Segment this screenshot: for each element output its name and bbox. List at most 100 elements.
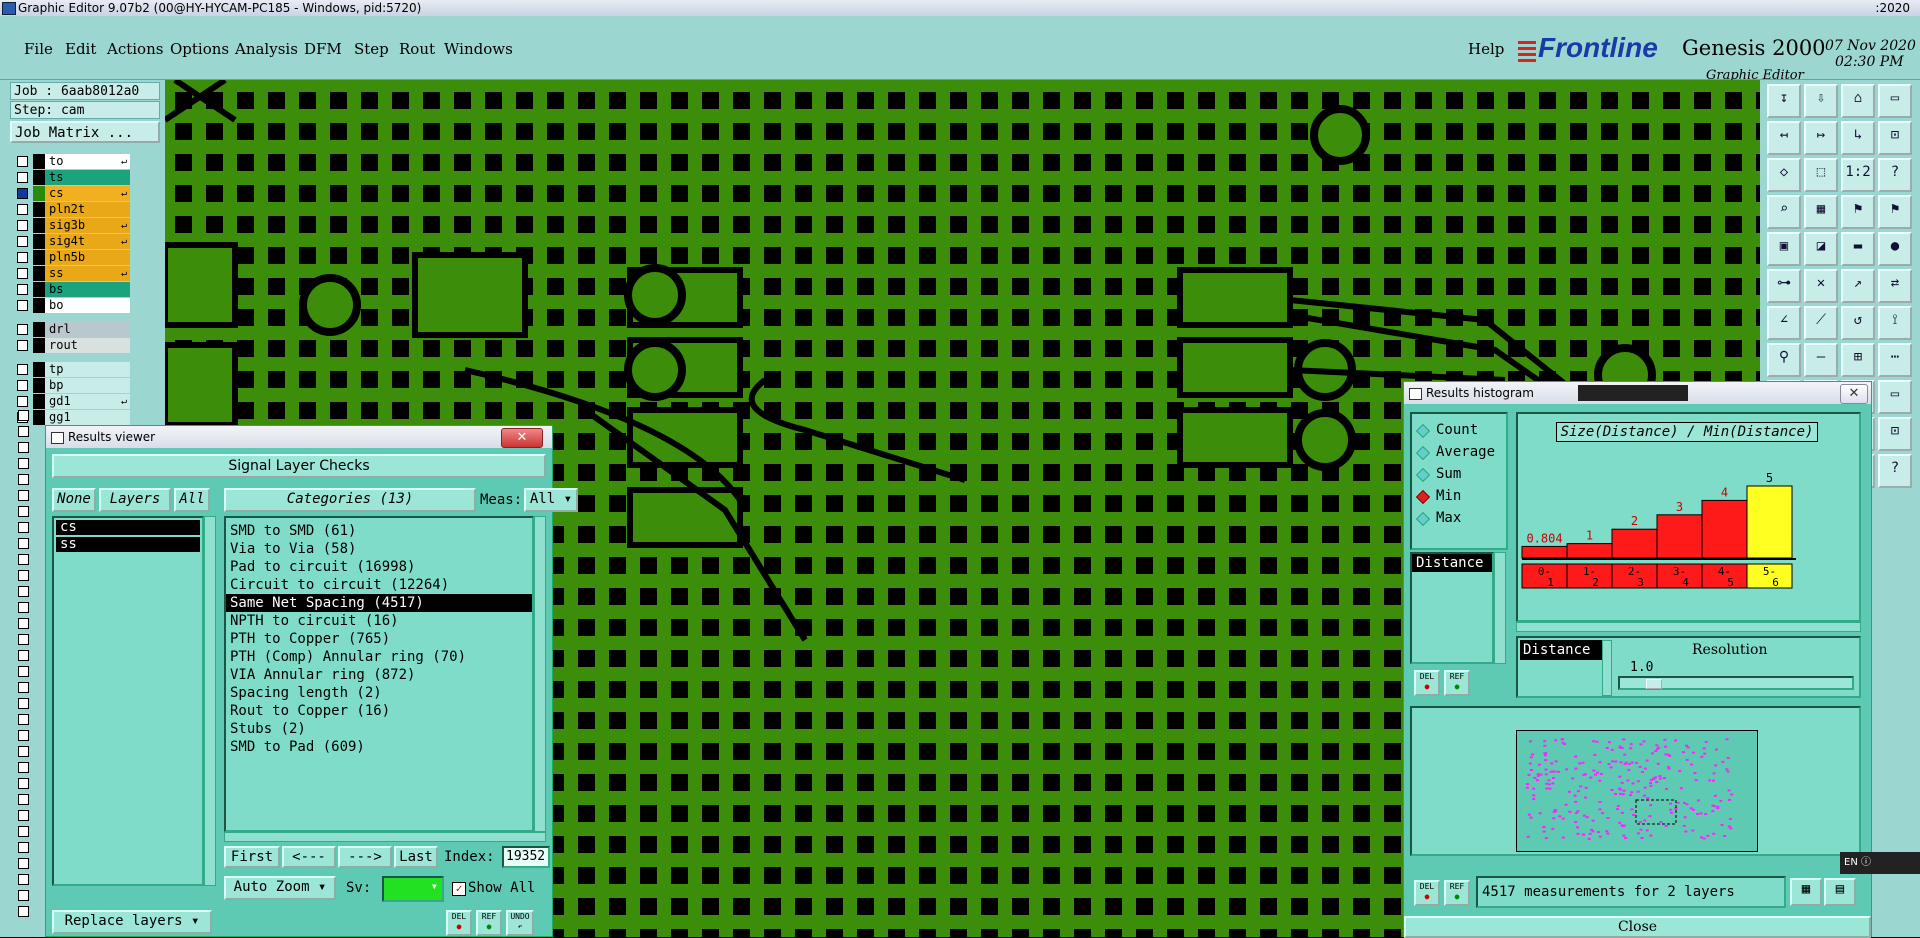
replace-layers-dropdown[interactable]: Replace layers ▾ — [52, 910, 212, 934]
toolbar-button[interactable]: ↧ — [1767, 84, 1801, 118]
category-hscrollbar[interactable] — [224, 832, 546, 842]
layer-checkbox[interactable] — [18, 426, 29, 437]
layer-row[interactable]: pln2t — [13, 202, 133, 217]
category-item[interactable]: VIA Annular ring (872) — [226, 666, 532, 684]
layer-checkbox[interactable] — [18, 730, 29, 741]
toolbar-button[interactable]: ▣ — [1767, 232, 1801, 266]
toolbar-button[interactable]: ⚑ — [1878, 195, 1912, 229]
toolbar-button[interactable]: ↺ — [1841, 306, 1875, 340]
undo-button[interactable]: UNDO ↶ — [506, 910, 534, 936]
status-del-button[interactable]: DEL ● — [1414, 880, 1440, 906]
histogram-bar[interactable] — [1611, 528, 1658, 559]
layer-checkbox[interactable] — [17, 188, 28, 199]
toolbar-button[interactable]: ⌂ — [1841, 84, 1875, 118]
layer-checkbox[interactable] — [18, 458, 29, 469]
layer-checkbox[interactable] — [18, 506, 29, 517]
toolbar-button[interactable]: ▦ — [1804, 195, 1838, 229]
layer-checkbox[interactable] — [18, 762, 29, 773]
layer-row[interactable]: cs ↵ — [13, 186, 133, 201]
layer-checkbox[interactable] — [18, 826, 29, 837]
histogram-bar[interactable] — [1701, 499, 1748, 559]
layer-checkbox[interactable] — [18, 442, 29, 453]
category-item[interactable]: PTH (Comp) Annular ring (70) — [226, 648, 532, 666]
category-list-scrollbar[interactable] — [534, 516, 546, 832]
close-button[interactable]: Close — [1404, 916, 1871, 938]
layer-results-list[interactable]: cs ss — [52, 516, 204, 886]
layer-checkbox[interactable] — [18, 746, 29, 757]
layer-row[interactable]: sig3b ↵ — [13, 218, 133, 233]
category-item[interactable]: Rout to Copper (16) — [226, 702, 532, 720]
layer-result-item[interactable]: cs — [56, 520, 200, 535]
layer-checkbox[interactable] — [18, 586, 29, 597]
toolbar-button[interactable]: ⇩ — [1804, 84, 1838, 118]
auto-zoom-dropdown[interactable]: Auto Zoom ▾ — [224, 876, 336, 900]
category-list[interactable]: SMD to SMD (61) Via to Via (58) Pad to cir… — [224, 516, 534, 832]
layer-checkbox[interactable] — [18, 842, 29, 853]
layer-checkbox[interactable] — [17, 300, 28, 311]
categories-button[interactable]: Categories (13) — [224, 488, 476, 512]
menu-analysis[interactable]: Analysis — [235, 40, 298, 58]
layer-checkbox[interactable] — [18, 650, 29, 661]
menu-actions[interactable]: Actions — [107, 40, 163, 58]
layer-row[interactable]: drl — [13, 322, 133, 337]
ref-button[interactable]: REF ● — [476, 910, 502, 936]
category-item[interactable]: SMD to SMD (61) — [226, 522, 532, 540]
category-item[interactable]: Via to Via (58) — [226, 540, 532, 558]
histogram-bar[interactable] — [1746, 485, 1793, 559]
hist-del-button[interactable]: DEL ● — [1414, 670, 1440, 696]
layer-name[interactable]: drl — [45, 322, 130, 337]
toolbar-button[interactable]: ↗ — [1841, 269, 1875, 303]
layer-name[interactable]: tp — [45, 362, 130, 377]
toolbar-button[interactable]: ⟋ — [1804, 306, 1838, 340]
show-all-checkbox[interactable]: ✓ — [452, 882, 466, 896]
layer-checkbox[interactable] — [18, 778, 29, 789]
layer-checkbox[interactable] — [18, 906, 29, 917]
layer-row[interactable]: to ↵ — [13, 154, 133, 169]
next-button[interactable]: ---> — [338, 846, 392, 868]
toolbar-button[interactable]: ⊶ — [1767, 269, 1801, 303]
category-item[interactable]: Same Net Spacing (4517) — [226, 594, 532, 612]
toolbar-button[interactable]: ∠ — [1767, 306, 1801, 340]
menu-edit[interactable]: Edit — [65, 40, 96, 58]
close-icon[interactable]: ✕ — [1840, 384, 1868, 404]
layer-checkbox[interactable] — [17, 252, 28, 263]
layer-name[interactable]: cs ↵ — [45, 186, 130, 201]
all-button[interactable]: All — [174, 488, 210, 512]
toolbar-button[interactable]: ▭ — [1878, 84, 1912, 118]
toolbar-button[interactable]: ↳ — [1841, 121, 1875, 155]
layer-checkbox[interactable] — [17, 396, 28, 407]
layer-checkbox[interactable] — [18, 858, 29, 869]
layer-row[interactable]: bs — [13, 282, 133, 297]
layer-checkbox[interactable] — [18, 554, 29, 565]
resolution-field-scrollbar[interactable] — [1602, 640, 1612, 696]
layer-checkbox[interactable] — [18, 890, 29, 901]
toolbar-button[interactable]: ● — [1878, 232, 1912, 266]
slider-handle[interactable] — [1646, 679, 1662, 689]
layer-checkbox[interactable] — [18, 570, 29, 581]
layer-result-item[interactable]: ss — [56, 537, 200, 552]
layer-row[interactable]: ts — [13, 170, 133, 185]
job-matrix-button[interactable]: Job Matrix ... — [10, 121, 160, 143]
layer-row[interactable]: sig4t ↵ — [13, 234, 133, 249]
toolbar-button[interactable]: ⟟ — [1878, 306, 1912, 340]
toolbar-button[interactable]: ⌕ — [1767, 195, 1801, 229]
toolbar-button[interactable]: ⇄ — [1878, 269, 1912, 303]
layer-checkbox[interactable] — [18, 602, 29, 613]
index-input[interactable]: 19352 — [502, 846, 550, 868]
histogram-bar[interactable] — [1521, 545, 1568, 559]
layer-name[interactable]: pln5b — [45, 250, 130, 265]
field-item-distance[interactable]: Distance — [1412, 554, 1492, 572]
toolbar-button[interactable]: ◪ — [1804, 232, 1838, 266]
layer-name[interactable]: ss ↵ — [45, 266, 130, 281]
layer-checkbox[interactable] — [18, 698, 29, 709]
toolbar-button[interactable]: ⊡ — [1878, 417, 1912, 451]
toolbar-button[interactable]: ▭ — [1878, 380, 1912, 414]
layer-checkbox[interactable] — [18, 682, 29, 693]
close-icon[interactable]: ✕ — [501, 428, 543, 448]
layer-checkbox[interactable] — [18, 538, 29, 549]
layer-name[interactable]: sig3b ↵ — [45, 218, 130, 233]
toolbar-button[interactable]: ↤ — [1767, 121, 1801, 155]
layer-checkbox[interactable] — [18, 474, 29, 485]
layer-name[interactable]: sig4t ↵ — [45, 234, 130, 249]
layer-checkbox[interactable] — [17, 324, 28, 335]
